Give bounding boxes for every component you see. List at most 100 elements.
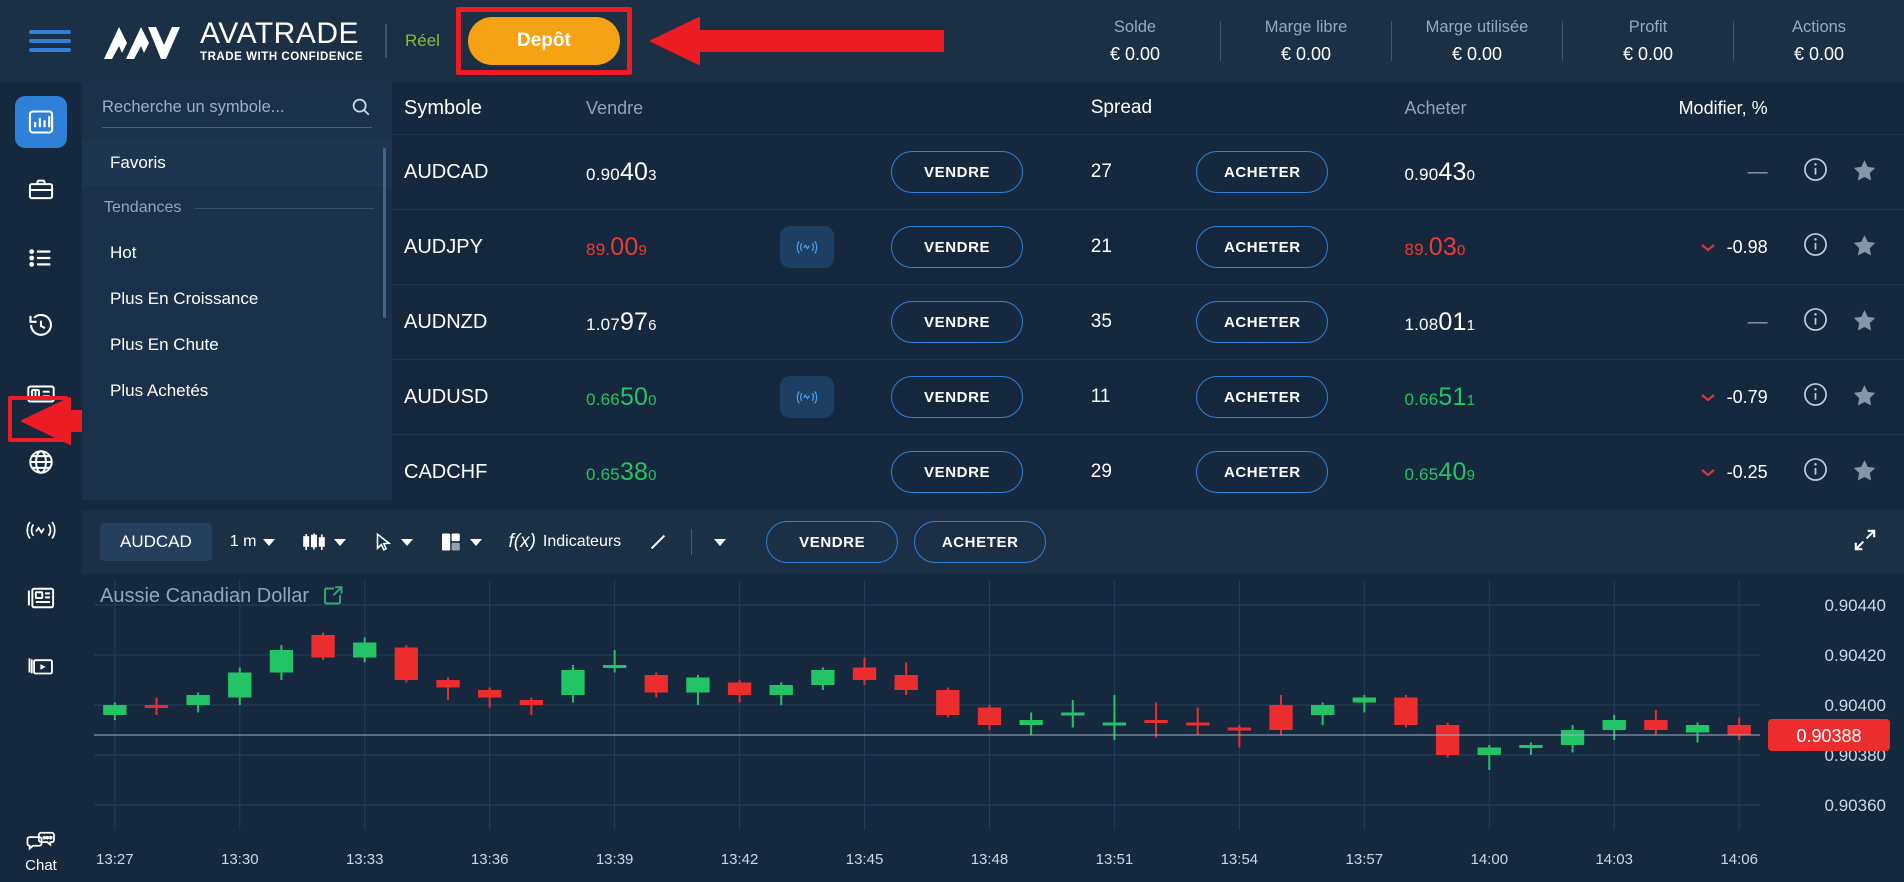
search-icon[interactable] xyxy=(350,96,372,118)
chevron-down-icon xyxy=(263,538,276,546)
table-row[interactable]: AUDCAD 0.90403 VENDRE 27 ACHETER 0.90430 — xyxy=(392,134,1904,209)
drawing-tool-button[interactable] xyxy=(639,525,677,559)
info-button[interactable] xyxy=(1802,156,1829,188)
external-link-icon[interactable] xyxy=(321,584,345,608)
sell-price: 89.009 xyxy=(586,232,648,261)
y-axis-tick-label: 0.90360 xyxy=(1825,796,1886,815)
sidebar-item-portfolio[interactable] xyxy=(15,164,67,216)
cell-buy-action: ACHETER xyxy=(1196,451,1404,493)
cursor-tool-selector[interactable] xyxy=(364,525,421,559)
favorite-button[interactable] xyxy=(1851,157,1878,188)
favorite-star-icon[interactable] xyxy=(1851,457,1878,484)
layout-selector[interactable] xyxy=(431,525,490,559)
favorite-button[interactable] xyxy=(1851,382,1878,413)
sell-button[interactable]: VENDRE xyxy=(891,376,1024,418)
info-icon[interactable] xyxy=(1802,306,1829,333)
sell-button[interactable]: VENDRE xyxy=(891,151,1024,193)
signal-wave-icon xyxy=(26,521,56,539)
price-chart[interactable]: 13:27 13:30 13:33 13:36 13:39 13:42 13:45 13:48… xyxy=(82,574,1904,882)
favorite-star-icon[interactable] xyxy=(1851,232,1878,259)
table-row[interactable]: AUDJPY 89.009 VENDRE 21 ACHETER 89.030 -0.98 xyxy=(392,209,1904,284)
sell-button[interactable]: VENDRE xyxy=(891,301,1024,343)
table-row[interactable]: AUDUSD 0.66500 VENDRE 11 ACHETER 0.66511 -0.79 xyxy=(392,359,1904,434)
chart-type-selector[interactable] xyxy=(293,525,354,559)
cell-change: — xyxy=(1613,311,1768,334)
info-icon[interactable] xyxy=(1802,381,1829,408)
favorite-button[interactable] xyxy=(1851,232,1878,263)
favorite-star-icon[interactable] xyxy=(1851,157,1878,184)
quotes-header-row: Symbole Vendre Spread Acheter Modifier, … xyxy=(392,82,1904,134)
signal-badge[interactable] xyxy=(779,376,834,418)
cell-spread: 35 xyxy=(1090,311,1112,332)
info-icon[interactable] xyxy=(1802,156,1829,183)
buy-button[interactable]: ACHETER xyxy=(1196,151,1329,193)
sidebar-item-news[interactable] xyxy=(15,572,67,624)
favorite-star-icon[interactable] xyxy=(1851,307,1878,334)
signal-badge[interactable] xyxy=(779,226,834,268)
sidebar-item-chat[interactable]: Chat xyxy=(24,829,58,882)
favorite-button[interactable] xyxy=(1851,307,1878,338)
bar-chart-icon xyxy=(28,110,54,134)
sidebar-item-orders[interactable] xyxy=(15,232,67,284)
cell-sell-action: VENDRE xyxy=(891,301,1085,343)
sell-button[interactable]: VENDRE xyxy=(891,451,1024,493)
table-row[interactable]: AUDNZD 1.07976 VENDRE 35 ACHETER 1.08011 — xyxy=(392,284,1904,359)
timeframe-selector[interactable]: 1 m xyxy=(222,527,284,557)
favorite-star-icon[interactable] xyxy=(1851,382,1878,409)
sidebar-item-history[interactable] xyxy=(15,300,67,352)
dropdown-item-plus-en-chute[interactable]: Plus En Chute xyxy=(82,322,392,368)
sell-button[interactable]: VENDRE xyxy=(891,226,1024,268)
stat-profit: Profit € 0.00 xyxy=(1563,18,1733,65)
stat-label: Marge utilisée xyxy=(1425,17,1529,36)
dropdown-item-hot[interactable]: Hot xyxy=(82,230,392,276)
stat-value: € 0.00 xyxy=(1793,43,1845,64)
info-icon[interactable] xyxy=(1802,456,1829,483)
stat-marge-libre: Marge libre € 0.00 xyxy=(1221,18,1391,65)
dropdown-item-label: Plus Achetés xyxy=(110,381,209,400)
chart-buy-button[interactable]: ACHETER xyxy=(914,521,1047,563)
menu-toggle-icon[interactable] xyxy=(0,30,100,52)
dropdown-item-label: Hot xyxy=(110,243,137,262)
candlestick-chart-canvas[interactable]: 13:27 13:30 13:33 13:36 13:39 13:42 13:45 13:48… xyxy=(82,574,1904,882)
table-row[interactable]: CADCHF 0.65380 VENDRE 29 ACHETER 0.65409 -0.25 xyxy=(392,434,1904,509)
cell-sell-price: 1.07976 xyxy=(586,308,780,337)
sidebar-item-signals[interactable] xyxy=(15,504,67,556)
cell-buy-action: ACHETER xyxy=(1196,151,1404,193)
stat-solde: Solde € 0.00 xyxy=(1050,18,1220,65)
cell-symbol: AUDCAD xyxy=(404,160,489,183)
divider xyxy=(384,24,387,58)
buy-button[interactable]: ACHETER xyxy=(1196,376,1329,418)
info-button[interactable] xyxy=(1802,456,1829,488)
buy-button[interactable]: ACHETER xyxy=(1196,301,1329,343)
buy-button[interactable]: ACHETER xyxy=(1196,451,1329,493)
y-axis-tick-label: 0.90440 xyxy=(1825,596,1886,615)
sidebar-item-trading[interactable] xyxy=(15,96,67,148)
indicators-button[interactable]: f(x) Indicateurs xyxy=(500,525,629,559)
chart-symbol-selector[interactable]: AUDCAD xyxy=(100,523,212,561)
dropdown-scrollbar[interactable] xyxy=(383,148,386,318)
search-input[interactable] xyxy=(102,97,350,117)
globe-icon xyxy=(29,450,53,474)
history-icon xyxy=(29,313,52,336)
info-button[interactable] xyxy=(1802,306,1829,338)
favorite-button[interactable] xyxy=(1851,457,1878,488)
deposit-button[interactable]: Depôt xyxy=(467,17,620,65)
layout-icon xyxy=(442,533,461,551)
dropdown-item-favoris[interactable]: Favoris xyxy=(82,140,392,186)
buy-price: 0.65409 xyxy=(1404,457,1476,486)
sell-price: 0.65380 xyxy=(586,457,657,486)
chart-sell-button[interactable]: VENDRE xyxy=(766,521,899,563)
sidebar-item-videos[interactable] xyxy=(15,640,67,692)
stat-label: Profit xyxy=(1628,17,1668,36)
x-axis-tick-label: 13:36 xyxy=(471,851,509,868)
info-button[interactable] xyxy=(1802,381,1829,413)
header-change: Modifier, % xyxy=(1678,97,1768,118)
briefcase-icon xyxy=(28,179,54,200)
drawing-tool-dropdown[interactable] xyxy=(706,533,734,552)
dropdown-item-plus-achetes[interactable]: Plus Achetés xyxy=(82,368,392,414)
info-button[interactable] xyxy=(1802,231,1829,263)
dropdown-item-plus-en-croissance[interactable]: Plus En Croissance xyxy=(82,276,392,322)
buy-button[interactable]: ACHETER xyxy=(1196,226,1329,268)
info-icon[interactable] xyxy=(1802,231,1829,258)
chart-expand-button[interactable] xyxy=(1852,527,1878,558)
